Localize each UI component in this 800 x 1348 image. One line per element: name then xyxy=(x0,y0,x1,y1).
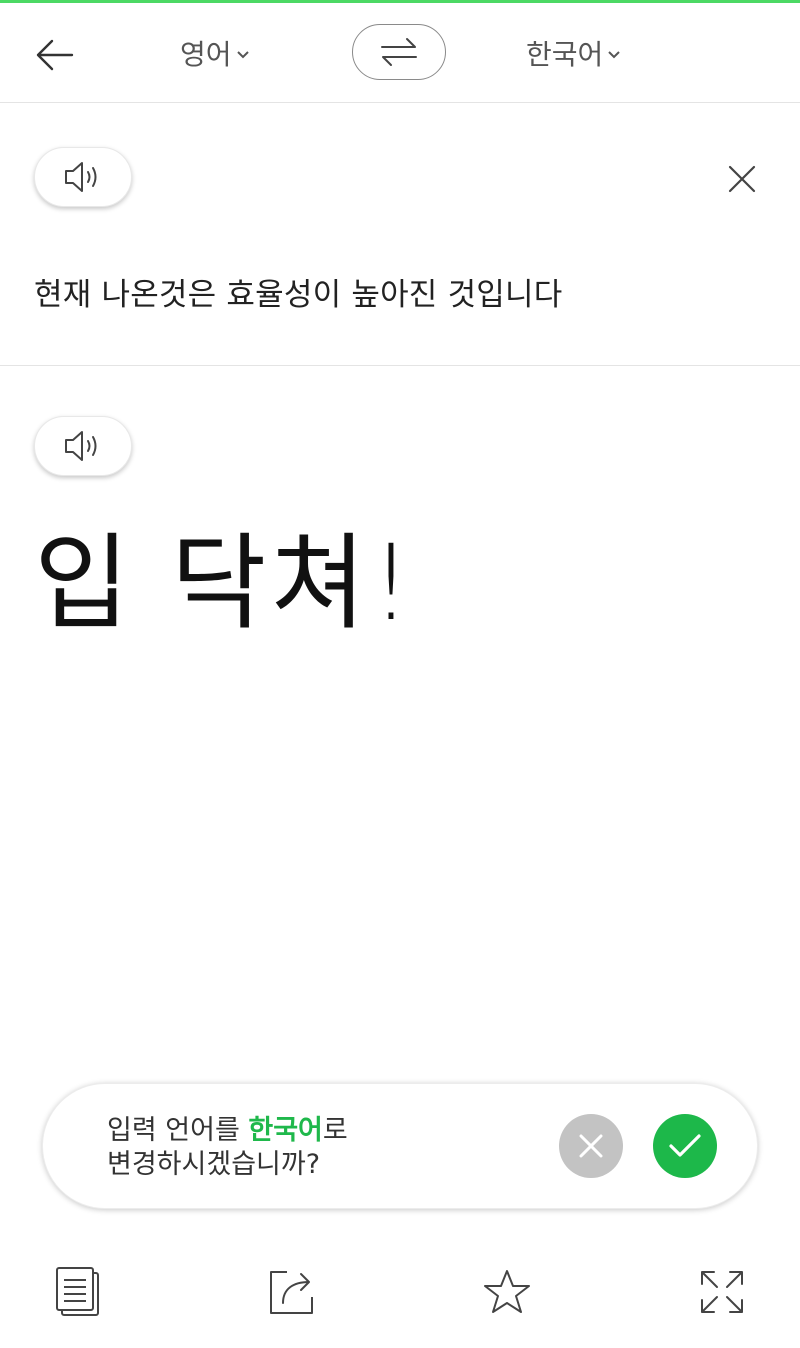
suggestion-question: 변경하시겠습니까? xyxy=(107,1149,321,1180)
source-language-label: 영어 xyxy=(180,38,232,71)
fullscreen-button[interactable] xyxy=(692,1262,752,1322)
result-speak-button[interactable] xyxy=(34,416,132,476)
accept-suggestion-button[interactable] xyxy=(653,1114,717,1178)
copy-icon xyxy=(56,1267,99,1316)
star-icon xyxy=(484,1270,530,1313)
translation-result-text: 입 닥쳐! xyxy=(34,522,416,644)
result-pane: 입 닥쳐! xyxy=(0,366,800,1066)
close-icon xyxy=(579,1134,603,1158)
clear-source-button[interactable] xyxy=(722,159,762,199)
chevron-down-icon xyxy=(608,51,620,59)
swap-languages-button[interactable] xyxy=(352,24,446,80)
suggestion-message: 입력 언어를 한국어로 변경하시겠습니까? xyxy=(107,1114,527,1182)
copy-button[interactable] xyxy=(48,1262,108,1322)
check-icon xyxy=(669,1134,701,1157)
swap-arrows-icon xyxy=(381,38,417,66)
favorite-button[interactable] xyxy=(477,1262,537,1322)
source-speak-button[interactable] xyxy=(34,147,132,207)
header: 영어 한국어 xyxy=(0,3,800,103)
share-icon xyxy=(270,1271,313,1314)
target-language-select[interactable]: 한국어 xyxy=(526,33,621,73)
arrow-left-icon xyxy=(36,39,74,71)
suggested-language: 한국어 xyxy=(248,1115,323,1146)
bottom-toolbar xyxy=(0,1240,800,1348)
suggestion-prefix: 입력 언어를 xyxy=(107,1115,249,1146)
back-button[interactable] xyxy=(28,29,80,81)
chevron-down-icon xyxy=(236,51,249,59)
close-icon xyxy=(728,165,756,193)
speaker-icon xyxy=(65,162,97,192)
suggestion-suffix: 로 xyxy=(322,1115,348,1146)
source-language-select[interactable]: 영어 xyxy=(180,33,250,73)
reject-suggestion-button[interactable] xyxy=(559,1114,623,1178)
target-language-label: 한국어 xyxy=(526,38,604,71)
source-text[interactable]: 현재 나온것은 효율성이 높아진 것입니다 xyxy=(34,269,754,314)
fullscreen-icon xyxy=(701,1271,743,1313)
speaker-icon xyxy=(65,431,97,461)
source-pane: 현재 나온것은 효율성이 높아진 것입니다 xyxy=(0,103,800,366)
language-change-suggestion: 입력 언어를 한국어로 변경하시겠습니까? xyxy=(42,1083,758,1209)
share-button[interactable] xyxy=(262,1262,322,1322)
